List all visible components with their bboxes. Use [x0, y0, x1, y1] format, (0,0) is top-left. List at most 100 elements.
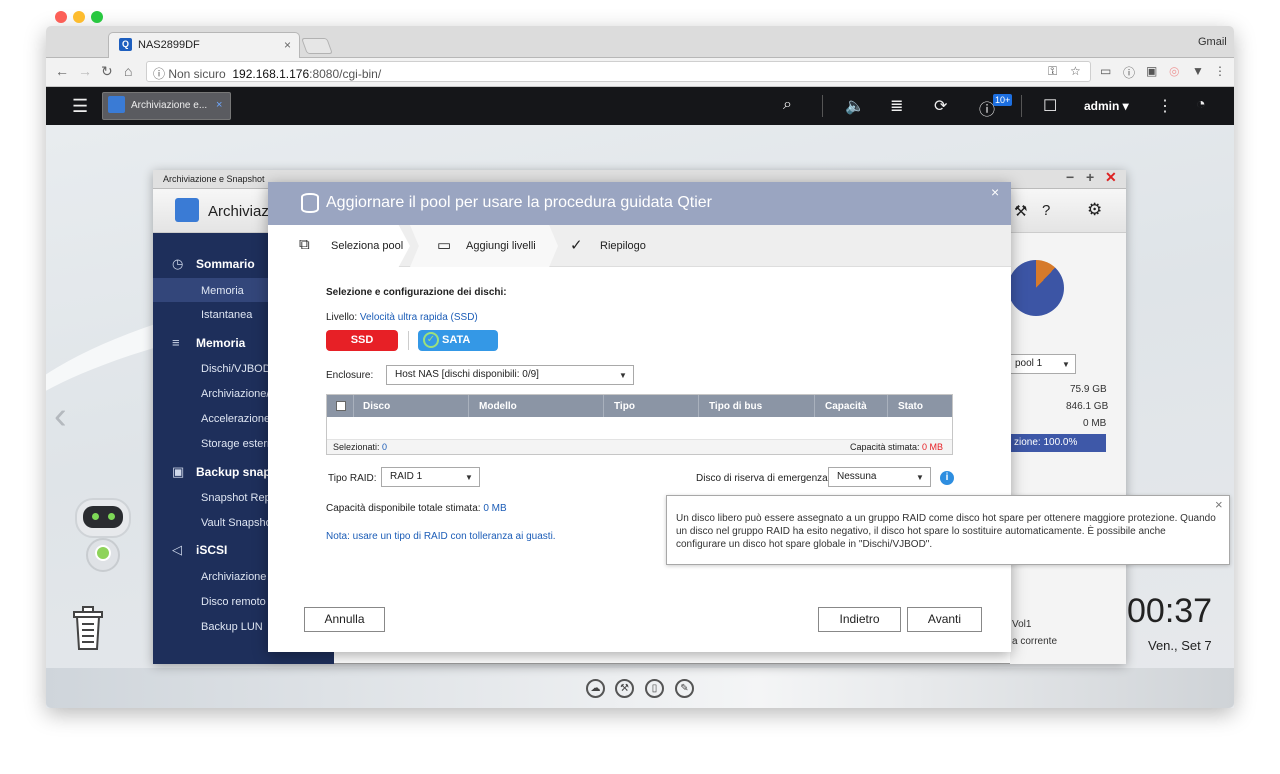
check-circle-icon: ✓: [570, 237, 583, 254]
hot-spare-label: Disco di riserva di emergenza:: [696, 473, 831, 484]
info-icon[interactable]: i: [940, 471, 954, 485]
raid-type-label: Tipo RAID:: [328, 473, 377, 484]
browser-tab[interactable]: [108, 32, 300, 58]
sidebar-head-backup-snapshot[interactable]: Backup snaps: [196, 465, 277, 479]
column-divider: [698, 395, 699, 417]
close-window-button[interactable]: [55, 11, 67, 23]
sidebar-item-backup-lun[interactable]: Backup LUN: [201, 621, 263, 633]
ssd-tier-button[interactable]: SSD: [326, 330, 398, 351]
volume-icon[interactable]: 🔈: [845, 96, 865, 116]
sidebar-item-storage-esterno[interactable]: Storage esterr: [201, 438, 271, 450]
more-options-icon[interactable]: ⋮: [1157, 96, 1173, 116]
pocket-icon[interactable]: ▼: [1192, 64, 1204, 78]
record-extension-icon[interactable]: ◎: [1169, 64, 1179, 78]
dock-edit-icon[interactable]: ✎: [675, 679, 694, 698]
column-modello[interactable]: Modello: [479, 401, 517, 412]
minimize-window-button[interactable]: [73, 11, 85, 23]
reload-icon[interactable]: ↻: [101, 63, 113, 80]
robot-core: [95, 545, 111, 561]
search-icon[interactable]: ⌕: [783, 96, 792, 114]
column-capacita[interactable]: Capacità: [825, 401, 867, 412]
window-minimize-icon[interactable]: −: [1066, 169, 1074, 185]
sync-icon[interactable]: ⟳: [934, 96, 947, 116]
enclosure-select[interactable]: Host NAS [dischi disponibili: 0/9]: [386, 365, 634, 385]
gmail-profile-label[interactable]: Gmail: [1198, 36, 1227, 48]
url-host: 192.168.1.176: [232, 67, 310, 81]
app-header-title: Archiviazi: [208, 203, 273, 220]
column-divider: [887, 395, 888, 417]
new-tab-button[interactable]: [301, 38, 333, 54]
sidebar-item-archiviazione[interactable]: Archiviazione/: [201, 388, 269, 400]
desktop-date: Ven., Set 7: [1148, 638, 1212, 653]
backup-icon: ▣: [172, 464, 185, 479]
forward-icon[interactable]: →: [78, 63, 92, 79]
wizard-step-2: Aggiungi livelli: [466, 240, 536, 252]
column-tipo[interactable]: Tipo: [614, 401, 635, 412]
trash-icon[interactable]: [70, 604, 106, 652]
sidebar-item-archiviazione-iscsi[interactable]: Archiviazione: [201, 571, 266, 583]
select-all-checkbox[interactable]: [336, 401, 346, 411]
info-extension-icon[interactable]: ⓘ: [1123, 64, 1135, 81]
column-stato[interactable]: Stato: [898, 401, 923, 412]
sidebar-head-iscsi[interactable]: iSCSI: [196, 543, 227, 557]
desktop-prev-page-icon[interactable]: ‹: [54, 395, 67, 438]
user-menu[interactable]: admin ▾: [1084, 99, 1129, 113]
robot-eye: [108, 513, 115, 520]
next-button[interactable]: Avanti: [907, 607, 982, 632]
selected-count: Selezionati: 0: [333, 442, 387, 452]
home-icon[interactable]: ⌂: [124, 63, 132, 79]
sidebar-item-accelerazione[interactable]: Accelerazione: [201, 413, 270, 425]
dock-cloud-icon[interactable]: ☁: [586, 679, 605, 698]
maximize-window-button[interactable]: [91, 11, 103, 23]
sidebar-item-istantanea[interactable]: Istantanea: [201, 309, 252, 321]
column-tipo-di-bus[interactable]: Tipo di bus: [709, 401, 762, 412]
chevron-down-icon: ▼: [465, 473, 473, 482]
user-icon[interactable]: ☐: [1043, 96, 1057, 116]
bookmark-star-icon[interactable]: ☆: [1070, 64, 1081, 78]
database-icon: ≡: [172, 335, 180, 350]
column-disco[interactable]: Disco: [363, 401, 390, 412]
tasks-icon[interactable]: ≣: [890, 96, 903, 116]
column-divider: [468, 395, 469, 417]
qts-app-tab-close-icon[interactable]: ×: [216, 99, 222, 111]
back-button[interactable]: Indietro: [818, 607, 901, 632]
browser-tab-close-button[interactable]: ×: [284, 38, 291, 52]
sidebar-item-memoria[interactable]: Memoria: [201, 285, 244, 297]
estimated-capacity: Capacità stimata: 0 MB: [850, 442, 943, 452]
back-icon[interactable]: ←: [55, 63, 69, 79]
sidebar-item-dischi[interactable]: Dischi/VJBOD: [201, 363, 271, 375]
cancel-button[interactable]: Annulla: [304, 607, 385, 632]
total-capacity-value: 0 MB: [483, 503, 507, 514]
chevron-down-icon: ▼: [1062, 360, 1070, 369]
dashboard-icon[interactable]: ◔: [1196, 96, 1206, 114]
summary-value-1: 75.9 GB: [1070, 384, 1107, 395]
window-maximize-icon[interactable]: +: [1086, 169, 1094, 185]
wizard-step-1: Seleziona pool: [331, 240, 404, 252]
storage-app-icon: [108, 96, 125, 113]
chevron-down-icon: ▼: [619, 371, 627, 380]
sidebar-item-disco-remoto[interactable]: Disco remoto: [201, 596, 266, 608]
sidebar-head-memoria[interactable]: Memoria: [196, 336, 245, 350]
column-divider: [814, 395, 815, 417]
sidebar-head-sommario[interactable]: Sommario: [196, 257, 255, 271]
dialog-title: Aggiornare il pool per usare la procedur…: [326, 194, 713, 211]
qnap-favicon-icon: Q: [119, 38, 132, 51]
sidebar-item-vault-snapshot[interactable]: Vault Snapsho: [201, 517, 272, 529]
sidebar-item-snapshot-replica[interactable]: Snapshot Rep: [201, 492, 271, 504]
extension-icon[interactable]: ▣: [1146, 64, 1157, 78]
total-capacity: Capacità disponibile totale stimata: 0 M…: [326, 503, 507, 514]
cast-icon[interactable]: ▭: [1100, 64, 1111, 78]
browser-menu-icon[interactable]: ⋮: [1214, 64, 1226, 78]
main-menu-icon[interactable]: ☰: [72, 96, 88, 117]
window-close-icon[interactable]: ✕: [1105, 169, 1117, 186]
dock-tools-icon[interactable]: ⚒: [615, 679, 634, 698]
dock-book-icon[interactable]: ▯: [645, 679, 664, 698]
key-icon[interactable]: ⚿: [1048, 64, 1057, 79]
tools-icon[interactable]: ⚒: [1014, 202, 1027, 220]
storage-app-header-icon: [175, 198, 199, 222]
tooltip-close-icon[interactable]: ×: [1215, 497, 1223, 512]
dialog-close-button[interactable]: ×: [991, 184, 999, 200]
enclosure-label: Enclosure:: [326, 370, 374, 381]
help-icon[interactable]: ?: [1042, 202, 1050, 219]
settings-gear-icon[interactable]: ⚙: [1087, 200, 1102, 220]
